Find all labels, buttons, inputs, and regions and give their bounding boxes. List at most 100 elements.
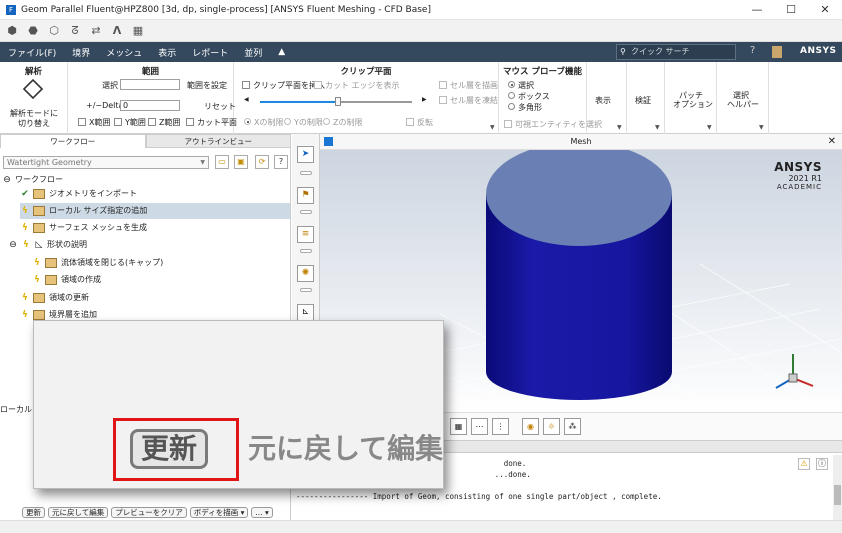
draw-cell-layer-checkbox[interactable] — [439, 81, 447, 89]
axes-icon[interactable]: ⊾ — [297, 304, 314, 321]
display-dropdown-icon[interactable]: ▼ — [617, 124, 622, 131]
probe-points-icon[interactable]: ⁂ — [564, 418, 581, 435]
probe-polygon-radio[interactable] — [508, 103, 515, 110]
y-range-checkbox[interactable] — [114, 118, 122, 126]
connect-icon[interactable]: ⋯ — [471, 418, 488, 435]
x-limit-radio[interactable] — [244, 118, 251, 125]
documentation-icon[interactable] — [772, 46, 782, 58]
zigzag-icon[interactable]: ᘔ — [69, 24, 81, 38]
menu-file[interactable]: ファイル(F) — [0, 46, 64, 59]
pointer-options-icon[interactable] — [300, 171, 312, 175]
probe-select-radio[interactable] — [508, 81, 515, 88]
verify-button[interactable]: 検証 — [635, 95, 651, 106]
geometry-icon[interactable]: ⬢ — [6, 24, 18, 37]
invert-checkbox[interactable] — [406, 118, 414, 126]
collapse-ribbon-icon[interactable]: ▲ — [270, 47, 293, 57]
clip-expand-icon[interactable]: ▼ — [490, 124, 495, 131]
flag-icon[interactable]: ⚑ — [297, 187, 314, 204]
y-limit-radio[interactable] — [284, 118, 291, 125]
camera-icon[interactable]: ◉ — [522, 418, 539, 435]
tree-item-cap-fluid[interactable]: ϟ 流体領域を閉じる(キャップ) — [32, 255, 290, 271]
close-icon[interactable]: ✕ — [828, 134, 836, 150]
menu-display[interactable]: 表示 — [150, 46, 184, 59]
view-grid-icon[interactable]: ▦ — [450, 418, 467, 435]
grid-icon[interactable]: ▦ — [132, 24, 144, 37]
tree-item-update-regions[interactable]: ϟ 領域の更新 — [20, 290, 290, 306]
console-scrollbar[interactable] — [833, 455, 842, 521]
warning-icon[interactable]: ⚠ — [798, 458, 810, 470]
cut-plane-checkbox[interactable] — [186, 118, 194, 126]
collapse-icon[interactable]: ⊖ — [2, 172, 12, 188]
clear-preview-button[interactable]: プレビューをクリア — [111, 507, 187, 518]
tree-item-import-geometry[interactable]: ✔ ジオメトリをインポート — [20, 186, 290, 202]
tree-item-local-sizing[interactable]: ϟ ローカル サイズ指定の追加 — [20, 203, 290, 219]
x-range-checkbox[interactable] — [78, 118, 86, 126]
console-scrollbar-thumb[interactable] — [834, 485, 841, 505]
flag-options-icon[interactable] — [300, 210, 312, 214]
menu-mesh[interactable]: メッシュ — [98, 46, 150, 59]
tree-item-create-regions[interactable]: ϟ 領域の作成 — [32, 272, 290, 288]
tree-item-surface-mesh[interactable]: ϟ サーフェス メッシュを生成 — [20, 220, 290, 236]
reset-button[interactable]: リセット — [204, 101, 236, 112]
mesh-display-options-icon[interactable] — [300, 288, 312, 292]
set-range-button[interactable]: 範囲を設定 — [187, 80, 227, 91]
tab-outline-view[interactable]: アウトラインビュー — [145, 134, 291, 148]
cell-icon[interactable]: ⬡ — [48, 24, 60, 37]
selection-helper-group[interactable]: 選択 ヘルパー ▼ — [717, 62, 769, 134]
show-cut-edges-checkbox[interactable] — [314, 81, 322, 89]
select-helper-label-2[interactable]: ヘルパー — [727, 99, 759, 110]
close-window-button[interactable]: ✕ — [808, 0, 842, 20]
insert-clip-checkbox[interactable] — [242, 81, 250, 89]
layers-icon[interactable]: ≡ — [297, 226, 314, 243]
collapse-icon[interactable]: ⊖ — [8, 237, 18, 253]
open-folder-icon[interactable]: ▭ — [215, 155, 229, 169]
swap-icon[interactable]: ⇄ — [90, 24, 102, 37]
save-icon[interactable]: ▣ — [234, 155, 248, 169]
patch-options-group[interactable]: パッチ オプション ▼ — [665, 62, 717, 134]
slider-right-arrow-icon[interactable]: ▶ — [422, 96, 427, 103]
lambda-icon[interactable]: 𝝠 — [111, 24, 123, 37]
mesh-display-icon[interactable]: ✺ — [297, 265, 314, 282]
revert-edit-button[interactable]: 元に戻して編集 — [48, 507, 109, 518]
z-range-checkbox[interactable] — [148, 118, 156, 126]
delta-input[interactable]: 0 — [120, 100, 180, 111]
layers-options-icon[interactable] — [300, 249, 312, 253]
range-select-input[interactable] — [120, 79, 180, 90]
range-group: 範囲 選択 範囲を設定 +/−Delta 0 リセット X範囲 Y範囲 Z範囲 … — [68, 62, 237, 134]
menu-report[interactable]: レポート — [184, 46, 236, 59]
mesh-icon[interactable]: ⬣ — [27, 24, 39, 37]
workflow-select[interactable]: Watertight Geometry ▼ — [3, 156, 209, 169]
refresh-icon[interactable]: ⟳ — [255, 155, 269, 169]
select-visible-checkbox[interactable] — [504, 120, 512, 128]
probe-box-radio[interactable] — [508, 92, 515, 99]
pointer-icon[interactable]: ➤ — [297, 146, 314, 163]
display-group[interactable]: 表示 ▼ — [587, 62, 627, 134]
info-icon[interactable]: ⓘ — [816, 458, 828, 470]
verify-dropdown-icon[interactable]: ▼ — [655, 124, 660, 131]
menu-boundary[interactable]: 境界 — [64, 46, 98, 59]
tab-workflow[interactable]: ワークフロー — [0, 134, 146, 148]
update-button[interactable]: 更新 — [22, 507, 45, 518]
light-icon[interactable]: ☼ — [543, 418, 560, 435]
help-circle-icon[interactable]: ? — [274, 155, 288, 169]
more-dropdown[interactable]: ... ▾ — [251, 507, 273, 518]
clip-slider-thumb[interactable] — [335, 97, 341, 106]
tree-item-describe-geometry[interactable]: ⊖ ϟ ◺ 形状の説明 — [8, 237, 290, 253]
display-button[interactable]: 表示 — [595, 95, 611, 106]
nodes-icon[interactable]: ⋮ — [492, 418, 509, 435]
verify-group[interactable]: 検証 ▼ — [627, 62, 665, 134]
slider-left-arrow-icon[interactable]: ◀ — [244, 96, 249, 103]
help-icon[interactable]: ? — [750, 45, 755, 56]
draw-bodies-dropdown[interactable]: ボディを描画 ▾ — [189, 507, 249, 518]
freeze-cell-layer-checkbox[interactable] — [439, 96, 447, 104]
select-helper-dropdown-icon[interactable]: ▼ — [759, 124, 764, 131]
maximize-button[interactable]: ☐ — [774, 0, 808, 20]
lightning-icon: ϟ — [34, 275, 40, 285]
z-limit-radio[interactable] — [323, 118, 330, 125]
patch-dropdown-icon[interactable]: ▼ — [707, 124, 712, 131]
minimize-button[interactable]: — — [740, 0, 774, 20]
patch-label-2[interactable]: オプション — [673, 99, 713, 110]
menu-parallel[interactable]: 並列 — [236, 46, 270, 59]
quick-search-input[interactable]: ⚲ クイック サーチ — [616, 44, 736, 60]
switch-to-analysis-button[interactable]: 解析モードに 切り替え — [10, 78, 58, 130]
